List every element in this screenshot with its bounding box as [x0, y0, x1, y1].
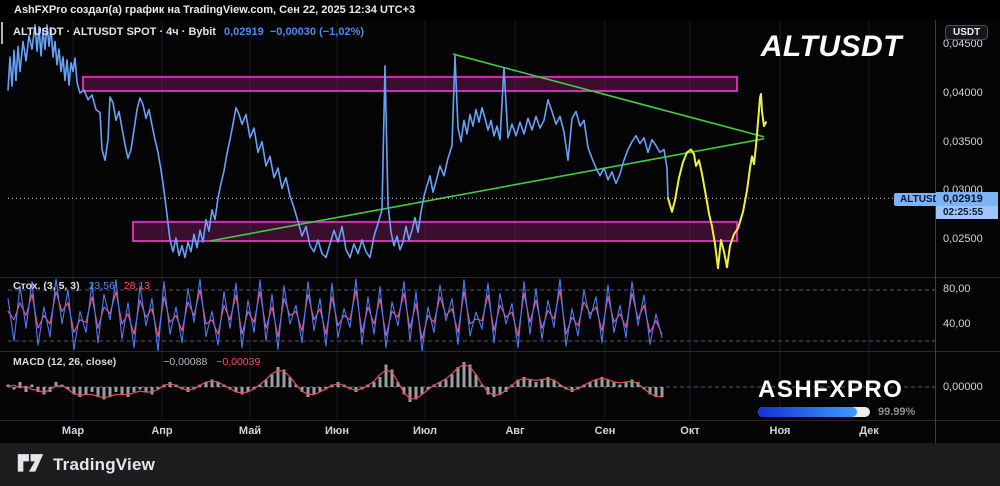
- stoch-axis-label-80: 80,00: [943, 283, 971, 295]
- tradingview-logo-text[interactable]: TradingView: [53, 455, 155, 475]
- progress-percent: 99.99%: [878, 406, 916, 418]
- last-price-value: 0,02919: [936, 192, 998, 206]
- symbol-legend[interactable]: ALTUSDT · ALTUSDT SPOT · 4ч · Bybit 0,029…: [13, 26, 364, 38]
- ashfxpro-wordmark: ASHFXPRO: [758, 376, 904, 403]
- ashfxpro-watermark: ASHFXPRO 99.99%: [758, 378, 915, 418]
- time-tick-label: Сен: [594, 425, 616, 437]
- progress-bar-fill: [758, 407, 857, 417]
- legend-last-price: 0,02919: [223, 26, 264, 38]
- pane-separator-stoch-macd[interactable]: [0, 351, 1000, 352]
- time-tick-label: Мар: [61, 425, 85, 437]
- currency-toggle-button[interactable]: USDT: [945, 25, 989, 40]
- footer-bar: TradingView: [0, 443, 1000, 486]
- macd-legend-title[interactable]: MACD (12, 26, close): [13, 356, 116, 368]
- bar-countdown: 02:25:55: [936, 206, 998, 219]
- stoch-axis-label-40: 40,00: [943, 318, 971, 330]
- time-tick-label: Июл: [412, 425, 438, 437]
- price-tick-label: 0,04000: [943, 87, 983, 99]
- time-tick-label: Июн: [325, 425, 349, 437]
- macd-value: −0,00088: [163, 356, 208, 368]
- time-axis-separator: [0, 420, 1000, 421]
- macd-axis-label-zero: 0,00000: [943, 381, 983, 393]
- tradingview-logo-icon[interactable]: [17, 453, 44, 476]
- tradingview-chart-window: AshFXPro создал(а) график на TradingView…: [0, 0, 1000, 486]
- stoch-d-value: 28,13: [123, 280, 151, 292]
- progress-bar: [758, 407, 870, 417]
- time-tick-label: Май: [238, 425, 262, 437]
- time-tick-label: Окт: [680, 425, 700, 437]
- last-price-badge: 0,02919 02:25:55: [936, 192, 998, 219]
- macd-signal-value: −0,00039: [216, 356, 261, 368]
- stoch-legend-title[interactable]: Стох. (3, 5, 3): [13, 280, 80, 292]
- macd-legend[interactable]: MACD (12, 26, close) −0,00088 −0,00039: [13, 356, 260, 368]
- symbol-watermark: ALTUSDT: [760, 30, 902, 63]
- symbol-legend-title[interactable]: ALTUSDT · ALTUSDT SPOT · 4ч · Bybit: [13, 26, 216, 38]
- stoch-k-value: 23,56: [88, 280, 115, 292]
- price-tick-label: 0,02500: [943, 233, 983, 245]
- price-tick-label: 0,03500: [943, 136, 983, 148]
- stoch-legend[interactable]: Стох. (3, 5, 3) 23,56 28,13: [13, 280, 150, 292]
- price-axis-border: [935, 20, 936, 443]
- time-tick-label: Авг: [505, 425, 525, 437]
- time-tick-label: Ноя: [769, 425, 791, 437]
- legend-change: −0,00030 (−1,02%): [269, 26, 365, 38]
- pane-separator-price-stoch[interactable]: [0, 277, 1000, 278]
- left-edge-tick: [1, 22, 3, 44]
- time-tick-label: Апр: [151, 425, 173, 437]
- time-tick-label: Дек: [859, 425, 879, 437]
